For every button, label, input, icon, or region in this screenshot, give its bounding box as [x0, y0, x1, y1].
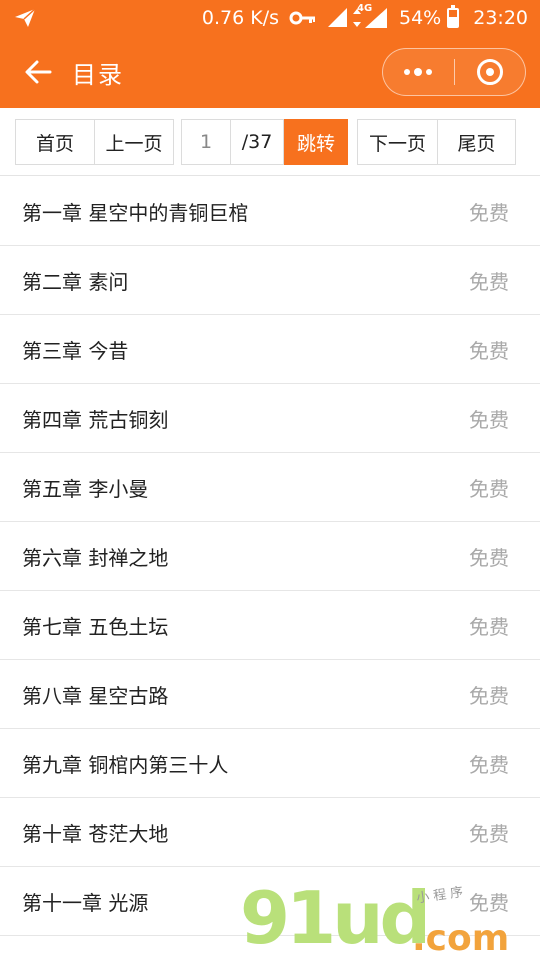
chapter-free-tag: 免费 — [469, 890, 509, 915]
battery-icon — [447, 5, 460, 28]
chapter-free-tag: 免费 — [469, 821, 509, 846]
mini-program-capsule — [382, 48, 526, 96]
clock: 23:20 — [473, 7, 528, 29]
chapter-title: 第十一章 光源 — [22, 890, 149, 915]
chapter-title: 第七章 五色土坛 — [22, 614, 169, 639]
chapter-row[interactable]: 第七章 五色土坛 免费 — [0, 591, 540, 660]
chapter-title: 第八章 星空古路 — [22, 683, 169, 708]
chapter-free-tag: 免费 — [469, 683, 509, 708]
chapter-free-tag: 免费 — [469, 269, 509, 294]
chapter-row[interactable]: 第一章 星空中的青铜巨棺 免费 — [0, 177, 540, 246]
chapter-title: 第六章 封禅之地 — [22, 545, 169, 570]
chapter-row[interactable]: 第十一章 光源 免费 — [0, 867, 540, 936]
chapter-title: 第二章 素问 — [22, 269, 129, 294]
chapter-title: 第十章 苍茫大地 — [22, 821, 169, 846]
arrow-left-icon[interactable] — [22, 56, 54, 88]
key-icon — [289, 11, 317, 25]
chapter-row[interactable]: 第四章 荒古铜刻 免费 — [0, 384, 540, 453]
status-bar: 0.76 K/s 4G 54% 23:20 — [0, 0, 540, 36]
chapter-free-tag: 免费 — [469, 200, 509, 225]
chapter-row[interactable]: 第二章 素问 免费 — [0, 246, 540, 315]
more-dots-icon[interactable] — [383, 49, 454, 95]
chapter-free-tag: 免费 — [469, 476, 509, 501]
chapter-title: 第五章 李小曼 — [22, 476, 149, 501]
nav-bar: 目录 — [0, 36, 540, 108]
total-pages-label: /37 — [231, 119, 284, 165]
page-title: 目录 — [72, 60, 124, 89]
chapter-list: 第一章 星空中的青铜巨棺 免费 第二章 素问 免费 第三章 今昔 免费 第四章 荒古铜… — [0, 177, 540, 936]
chapter-title: 第一章 星空中的青铜巨棺 — [22, 200, 249, 225]
jump-button[interactable]: 跳转 — [284, 119, 348, 165]
send-icon — [14, 7, 40, 29]
page-number-input[interactable] — [181, 119, 231, 165]
chapter-title: 第三章 今昔 — [22, 338, 129, 363]
chapter-row[interactable]: 第十章 苍茫大地 免费 — [0, 798, 540, 867]
chapter-title: 第四章 荒古铜刻 — [22, 407, 169, 432]
prev-page-button[interactable]: 上一页 — [94, 119, 174, 165]
next-page-button[interactable]: 下一页 — [357, 119, 438, 165]
first-page-button[interactable]: 首页 — [15, 119, 95, 165]
target-circle-icon[interactable] — [455, 49, 526, 95]
pagination-bar: 首页 上一页 /37 跳转 下一页 尾页 — [0, 108, 540, 176]
signal-4g-icon: 4G — [357, 3, 389, 29]
signal-icon — [327, 8, 349, 28]
chapter-free-tag: 免费 — [469, 752, 509, 777]
chapter-row[interactable]: 第六章 封禅之地 免费 — [0, 522, 540, 591]
battery-percent: 54% — [399, 7, 442, 29]
chapter-row[interactable]: 第九章 铜棺内第三十人 免费 — [0, 729, 540, 798]
network-speed: 0.76 K/s — [201, 7, 279, 29]
chapter-free-tag: 免费 — [469, 614, 509, 639]
chapter-free-tag: 免费 — [469, 338, 509, 363]
chapter-row[interactable]: 第三章 今昔 免费 — [0, 315, 540, 384]
chapter-row[interactable]: 第五章 李小曼 免费 — [0, 453, 540, 522]
chapter-row[interactable]: 第八章 星空古路 免费 — [0, 660, 540, 729]
chapter-free-tag: 免费 — [469, 545, 509, 570]
chapter-title: 第九章 铜棺内第三十人 — [22, 752, 229, 777]
network-type: 4G — [357, 3, 373, 14]
chapter-free-tag: 免费 — [469, 407, 509, 432]
last-page-button[interactable]: 尾页 — [437, 119, 516, 165]
